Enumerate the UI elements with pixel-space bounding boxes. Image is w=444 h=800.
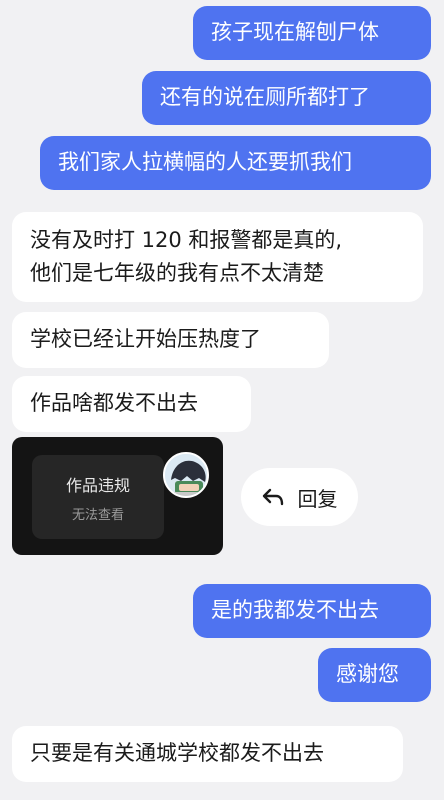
shared-post-placeholder: 作品违规 无法查看 bbox=[32, 455, 164, 539]
chat-thread: 孩子现在解刨尸体 还有的说在厕所都打了 我们家人拉横幅的人还要抓我们 没有及时打… bbox=[0, 0, 444, 800]
shared-post-title: 作品违规 bbox=[65, 475, 130, 495]
reply-arrow-icon bbox=[262, 488, 283, 506]
outgoing-message-3[interactable]: 我们家人拉横幅的人还要抓我们 bbox=[40, 136, 431, 190]
incoming-message-3[interactable]: 作品啥都发不出去 bbox=[12, 376, 251, 432]
incoming-message-2[interactable]: 学校已经让开始压热度了 bbox=[12, 312, 329, 368]
reply-button-label: 回复 bbox=[297, 486, 338, 511]
incoming-message-1[interactable]: 没有及时打 120 和报警都是真的, 他们是七年级的我有点不太清楚 bbox=[12, 212, 423, 302]
avatar[interactable] bbox=[163, 452, 209, 498]
outgoing-message-4[interactable]: 是的我都发不出去 bbox=[193, 584, 431, 638]
outgoing-message-1[interactable]: 孩子现在解刨尸体 bbox=[193, 6, 431, 60]
shared-post-subtitle: 无法查看 bbox=[71, 507, 124, 523]
incoming-message-4[interactable]: 只要是有关通城学校都发不出去 bbox=[12, 726, 403, 782]
outgoing-message-5[interactable]: 感谢您 bbox=[318, 648, 431, 702]
reply-button[interactable]: 回复 bbox=[241, 468, 358, 526]
outgoing-message-2[interactable]: 还有的说在厕所都打了 bbox=[142, 71, 431, 125]
